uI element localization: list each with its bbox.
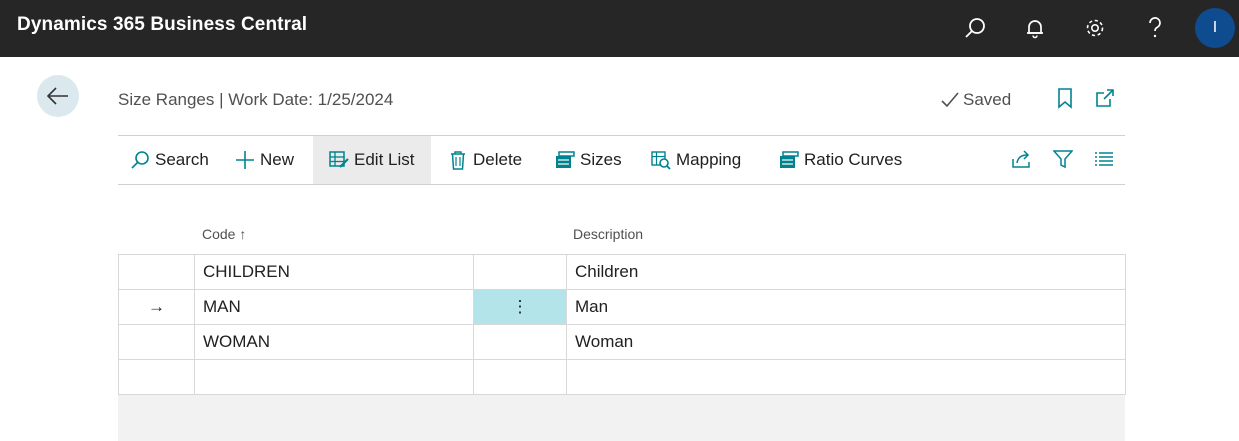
mapping-icon <box>651 150 671 170</box>
code-cell[interactable]: CHILDREN <box>194 254 474 290</box>
share-icon[interactable] <box>1011 148 1033 170</box>
app-title[interactable]: Dynamics 365 Business Central <box>17 14 307 36</box>
description-cell[interactable]: Man <box>566 289 1126 325</box>
list-footer-area <box>118 395 1125 441</box>
list-view-icon[interactable] <box>1093 148 1115 170</box>
avatar-initial: I <box>1212 19 1218 36</box>
delete-label: Delete <box>473 150 523 169</box>
saved-status: Saved <box>940 90 1011 110</box>
sizes-label: Sizes <box>580 150 622 169</box>
code-cell[interactable]: MAN <box>194 289 474 325</box>
row-menu-cell <box>473 324 567 360</box>
row-indicator-cell: → <box>118 289 195 325</box>
search-label: Search <box>155 150 209 169</box>
open-new-window-icon[interactable] <box>1094 87 1116 109</box>
row-indicator-cell <box>118 254 195 290</box>
table-row[interactable] <box>118 359 1126 395</box>
mapping-button[interactable]: Mapping <box>651 136 741 184</box>
gear-icon[interactable] <box>1081 14 1109 42</box>
bell-icon[interactable] <box>1021 14 1049 42</box>
page-title: Size Ranges | Work Date: 1/25/2024 <box>118 90 394 109</box>
trash-icon <box>448 150 468 170</box>
description-cell[interactable] <box>566 359 1126 395</box>
row-menu-cell[interactable]: ⋮ <box>473 289 567 325</box>
ratio-curves-button[interactable]: Ratio Curves <box>779 136 902 184</box>
avatar[interactable]: I <box>1195 8 1235 48</box>
search-icon[interactable] <box>961 14 989 42</box>
search-icon <box>130 150 150 170</box>
check-icon <box>941 92 959 108</box>
plus-icon <box>235 150 255 170</box>
row-indicator-cell <box>118 324 195 360</box>
column-header-code-label: Code <box>202 226 236 242</box>
row-menu-cell <box>473 359 567 395</box>
edit-list-label: Edit List <box>354 150 415 169</box>
more-options-icon[interactable]: ⋮ <box>512 297 529 316</box>
size-ranges-table: CHILDREN Children → MAN ⋮ Man WOMAN Woma… <box>118 254 1126 395</box>
sort-ascending-icon: ↑ <box>239 226 247 242</box>
column-header-description[interactable]: Description <box>573 226 643 242</box>
new-button[interactable]: New <box>235 136 294 184</box>
bookmark-icon[interactable] <box>1054 87 1076 109</box>
code-cell[interactable] <box>194 359 474 395</box>
description-cell[interactable]: Children <box>566 254 1126 290</box>
search-button[interactable]: Search <box>130 136 209 184</box>
row-indicator-cell <box>118 359 195 395</box>
arrow-left-icon <box>46 87 68 105</box>
table-row[interactable]: → MAN ⋮ Man <box>118 289 1126 325</box>
top-bar: Dynamics 365 Business Central I <box>0 0 1239 57</box>
delete-button[interactable]: Delete <box>448 136 522 184</box>
column-header-description-label: Description <box>573 226 644 242</box>
row-menu-cell <box>473 254 567 290</box>
column-header-code[interactable]: Code ↑ <box>202 226 246 242</box>
edit-list-button[interactable]: Edit List <box>313 136 431 184</box>
action-bar: Search New Edit List Delete Sizes Mappin… <box>118 135 1125 185</box>
saved-label: Saved <box>963 90 1012 109</box>
filter-icon[interactable] <box>1052 148 1074 170</box>
sizes-icon <box>555 150 575 170</box>
description-cell[interactable]: Woman <box>566 324 1126 360</box>
table-row[interactable]: WOMAN Woman <box>118 324 1126 360</box>
arrow-right-icon: → <box>148 297 165 316</box>
edit-list-icon <box>329 150 349 170</box>
table-row[interactable]: CHILDREN Children <box>118 254 1126 290</box>
help-icon[interactable] <box>1141 14 1169 42</box>
ratio-curves-label: Ratio Curves <box>804 150 903 169</box>
code-cell[interactable]: WOMAN <box>194 324 474 360</box>
back-button[interactable] <box>37 75 79 117</box>
new-label: New <box>260 150 295 169</box>
mapping-label: Mapping <box>676 150 742 169</box>
ratio-curves-icon <box>779 150 799 170</box>
sizes-button[interactable]: Sizes <box>555 136 622 184</box>
